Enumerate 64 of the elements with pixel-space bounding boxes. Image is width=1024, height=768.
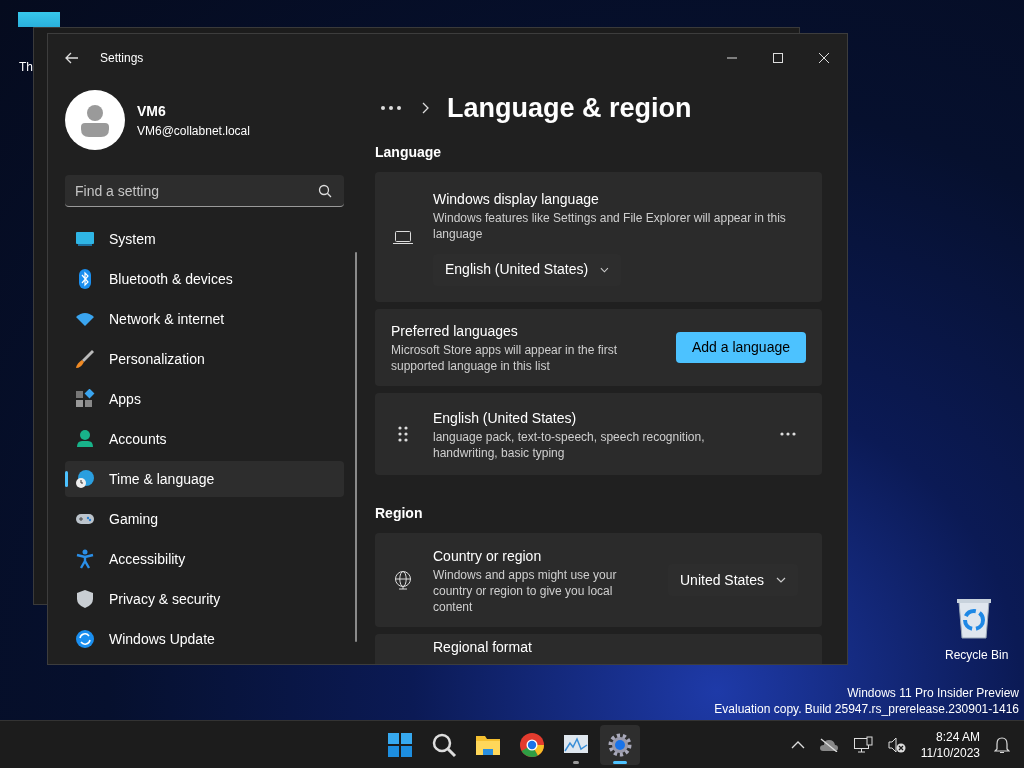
more-icon[interactable] — [379, 105, 403, 111]
network-computer-icon[interactable] — [852, 735, 873, 754]
sidebar-item[interactable]: Gaming — [65, 501, 344, 537]
bell-icon[interactable] — [994, 735, 1010, 754]
profile-email: VM6@collabnet.local — [137, 122, 250, 140]
person-icon — [75, 429, 95, 449]
language-name: English (United States) — [433, 408, 578, 428]
section-heading: Region — [375, 504, 424, 523]
sidebar-item[interactable]: System — [65, 221, 344, 257]
back-icon[interactable] — [64, 50, 80, 66]
laptop-icon — [393, 229, 413, 245]
section-heading: Language — [375, 143, 443, 162]
sidebar-item[interactable]: Accessibility — [65, 541, 344, 577]
setting-description: Microsoft Store apps will appear in the first supported language in this list — [391, 342, 619, 374]
globe-icon — [393, 570, 413, 590]
browser-icon — [518, 731, 546, 759]
chevron-down-icon — [600, 266, 609, 273]
sidebar-item[interactable]: Bluetooth & devices — [65, 261, 344, 297]
profile-name: VM6 — [137, 101, 167, 121]
setting-description: Windows features like Settings and File Explorer will appear in this language — [433, 209, 787, 242]
accessibility-figure-icon — [75, 549, 95, 569]
apps-grid-icon — [75, 389, 95, 409]
chevron-down-icon — [776, 577, 787, 583]
paintbrush-icon — [75, 349, 95, 369]
sidebar-item[interactable]: Windows Update — [65, 621, 344, 657]
window-title: Settings — [100, 50, 144, 67]
sidebar-item[interactable]: Time & language — [65, 461, 344, 497]
clock[interactable]: 8:24 AM 11/10/2023 — [920, 728, 980, 761]
search-icon[interactable] — [318, 184, 332, 198]
start-windows-icon — [386, 731, 414, 759]
recycle-bin-icon[interactable] — [955, 596, 993, 640]
more-options-icon[interactable] — [780, 432, 796, 436]
add-language-button[interactable]: Add a language — [675, 332, 806, 363]
setting-title: Regional format — [433, 638, 532, 657]
sidebar-item[interactable]: Personalization — [65, 341, 344, 377]
search-field[interactable]: Find a setting — [65, 175, 344, 207]
sidebar-item[interactable]: Apps — [65, 381, 344, 417]
shield-icon — [75, 589, 95, 609]
cloud-off-icon[interactable] — [818, 737, 839, 752]
page-title: Language & region — [447, 91, 692, 125]
gear-icon — [606, 731, 634, 759]
setting-title: Preferred languages — [391, 322, 519, 341]
monitor-icon — [75, 229, 95, 249]
setting-title: Country or region — [433, 546, 543, 566]
setting-description: Windows and apps might use your country or region to give you local content — [433, 566, 618, 615]
watermark-text: Evaluation copy. Build 25947.rs_prerelease.230901-1416 — [714, 701, 1019, 717]
search-icon — [430, 731, 458, 759]
watermark-text: Windows 11 Pro Insider Preview — [847, 685, 1019, 701]
setting-title: Windows display language — [433, 189, 600, 209]
globe-clock-icon — [75, 469, 95, 489]
sync-arrows-icon — [75, 629, 95, 649]
taskbar-app[interactable] — [600, 725, 640, 765]
scrollbar-thumb[interactable] — [355, 252, 357, 642]
speaker-muted-icon[interactable] — [886, 735, 907, 754]
desktop-icon-label[interactable]: Recycle Bin — [945, 646, 1009, 664]
language-list-item[interactable]: English (United States) language pack, text-to-speech, speech recognition, handwriting, basic typing — [375, 393, 822, 475]
sidebar-item[interactable]: Accounts — [65, 421, 344, 457]
sidebar-item[interactable]: Network & internet — [65, 301, 344, 337]
person-silhouette-icon — [79, 103, 111, 137]
chevron-up-icon[interactable] — [790, 740, 805, 749]
sidebar-item[interactable]: Privacy & security — [65, 581, 344, 617]
desktop-icon-label[interactable]: Th — [19, 58, 33, 76]
chevron-right-icon — [421, 102, 429, 114]
setting-description: language pack, text-to-speech, speech recognition, handwriting, basic typing — [433, 428, 706, 461]
